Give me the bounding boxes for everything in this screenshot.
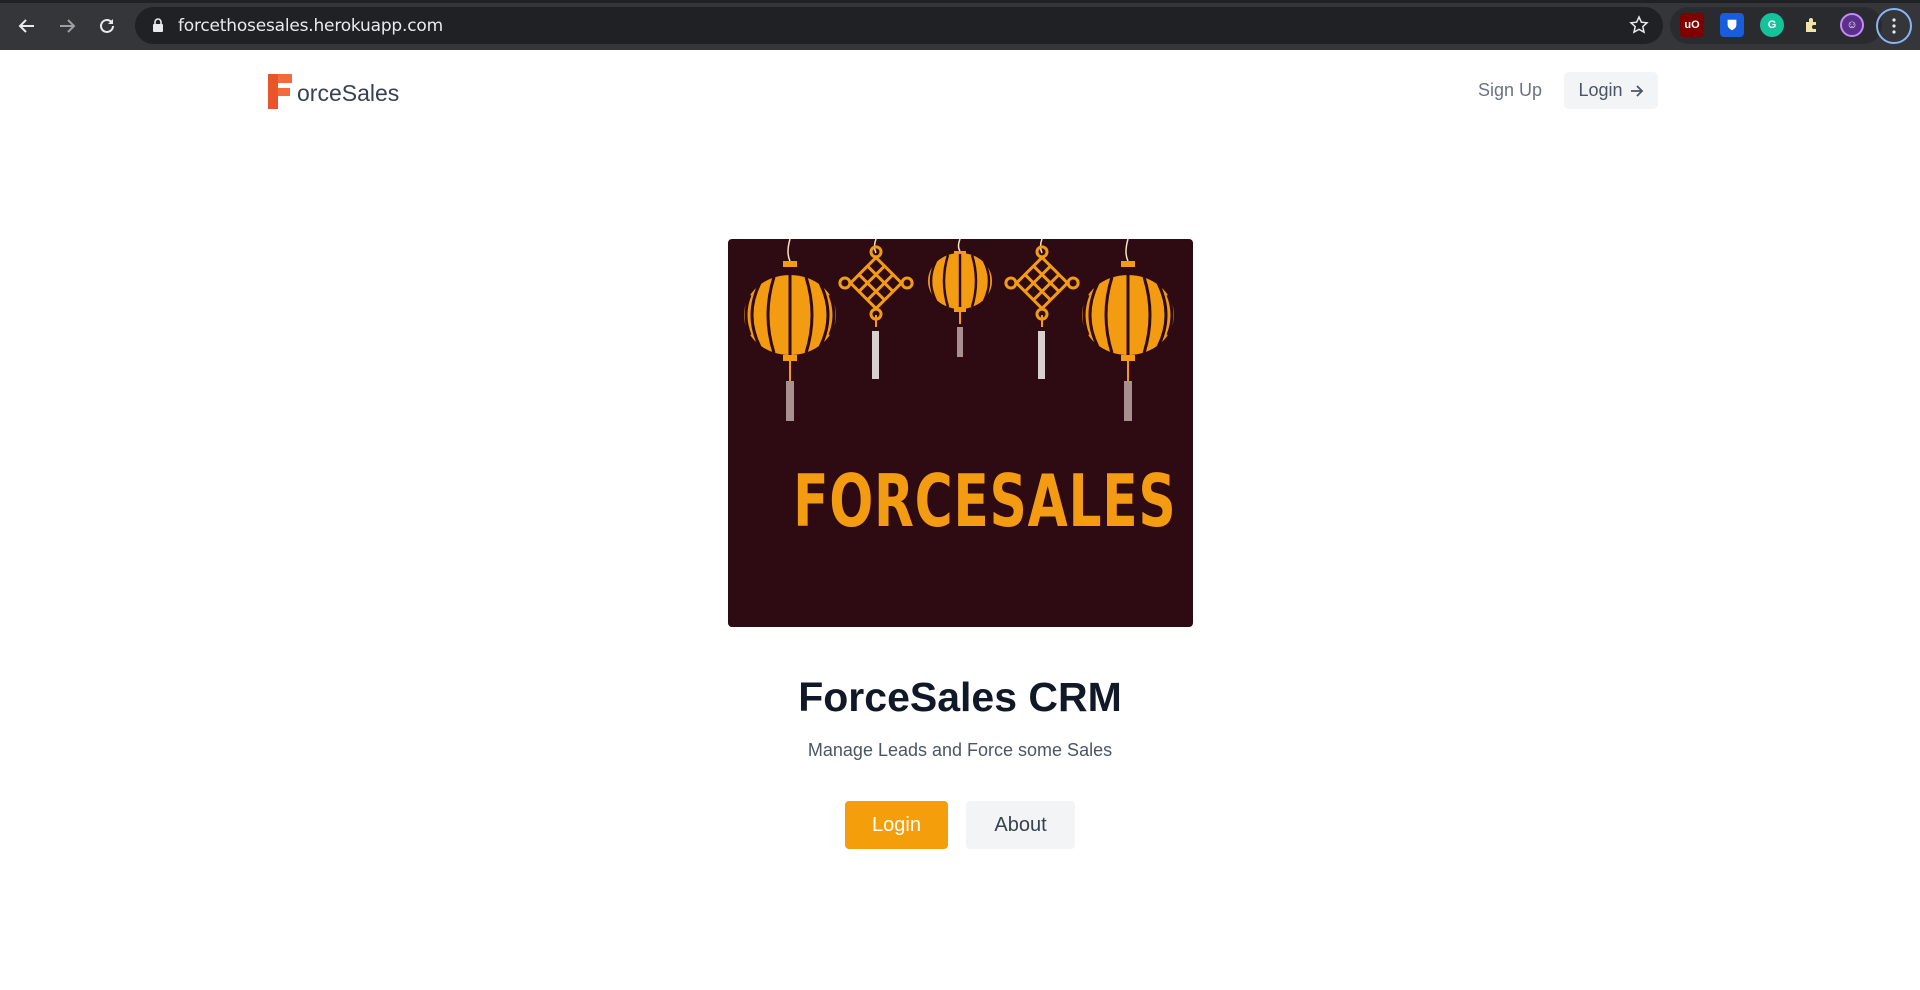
header-login-button[interactable]: Login <box>1564 72 1658 109</box>
knot-ornament-1 <box>838 239 914 379</box>
page-title: ForceSales CRM <box>798 674 1122 720</box>
lantern-left <box>744 239 836 421</box>
profile-avatar-icon[interactable]: ☺ <box>1840 13 1864 37</box>
hero-banner-image: FORCESALES <box>728 239 1193 627</box>
browser-toolbar: forcethosesales.herokuapp.com uO G ☺ <box>0 0 1920 50</box>
browser-menu-button[interactable] <box>1876 8 1912 44</box>
forward-button[interactable] <box>52 11 82 41</box>
brand-f-logo <box>268 74 292 109</box>
url-text: forcethosesales.herokuapp.com <box>178 16 443 36</box>
login-button[interactable]: Login <box>845 801 948 849</box>
lanterns-illustration <box>744 239 1174 421</box>
header-login-label: Login <box>1578 80 1623 100</box>
bitwarden-extension-icon[interactable] <box>1720 13 1744 37</box>
about-button[interactable]: About <box>966 801 1075 849</box>
ublock-extension-icon[interactable]: uO <box>1680 13 1704 37</box>
signup-link[interactable]: Sign Up <box>1478 80 1542 101</box>
lantern-right <box>1082 239 1174 421</box>
page-subtitle: Manage Leads and Force some Sales <box>807 740 1113 760</box>
extensions-puzzle-icon[interactable] <box>1800 13 1824 37</box>
hero-image-text: FORCESALES <box>793 459 1177 543</box>
address-bar[interactable]: forcethosesales.herokuapp.com <box>135 7 1663 44</box>
page-content: orceSales Sign Up Login FORCESALES Force… <box>0 50 1920 990</box>
forward-icon <box>60 19 76 33</box>
lock-icon <box>153 18 163 32</box>
back-icon <box>18 19 34 33</box>
reload-icon <box>100 18 114 33</box>
reload-button[interactable] <box>92 11 122 41</box>
brand-logo-link[interactable]: orceSales <box>266 72 399 110</box>
arrow-right-icon <box>1630 84 1643 97</box>
lantern-center <box>928 239 992 357</box>
tab-strip-edge <box>0 0 1920 3</box>
star-icon[interactable] <box>1629 15 1649 35</box>
knot-ornament-2 <box>1004 239 1080 379</box>
brand-name: orceSales <box>297 80 400 106</box>
menu-kebab-icon <box>1892 18 1896 34</box>
back-button[interactable] <box>12 11 42 41</box>
grammarly-extension-icon[interactable]: G <box>1760 13 1784 37</box>
